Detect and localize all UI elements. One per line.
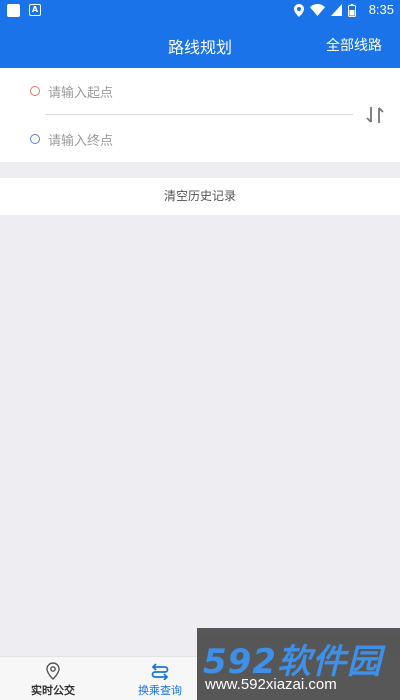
end-point-placeholder: 请输入终点 (48, 133, 114, 149)
status-time: 8:35 (368, 2, 394, 17)
input-divider (45, 114, 353, 115)
transfer-icon (151, 663, 169, 680)
start-point-placeholder: 请输入起点 (48, 85, 114, 101)
tab-transfer-query-label: 换乘查询 (138, 684, 182, 697)
watermark-url: www.592xiazai.com (205, 676, 337, 693)
status-icons (294, 3, 356, 17)
battery-icon (348, 3, 356, 17)
end-point-field[interactable]: 请输入终点 (30, 127, 113, 151)
app-square-icon (7, 4, 20, 17)
tab-realtime-bus-label: 实时公交 (31, 684, 75, 697)
end-dot-icon (30, 134, 40, 144)
android-a-icon: A (29, 4, 41, 16)
location-icon (294, 3, 304, 17)
all-routes-button[interactable]: 全部线路 (326, 35, 382, 55)
start-dot-icon (30, 86, 40, 96)
start-point-field[interactable]: 请输入起点 (30, 79, 113, 103)
app-header: 路线规划 全部线路 (0, 20, 400, 68)
signal-icon (331, 4, 342, 16)
wifi-icon (310, 4, 325, 16)
tab-transfer-query[interactable]: 换乘查询 (120, 657, 200, 700)
status-bar: A 8:35 (0, 0, 400, 20)
swap-vertical-icon[interactable] (364, 104, 386, 126)
watermark: 592软件园 www.592xiazai.com (197, 628, 400, 700)
location-pin-icon (46, 662, 60, 680)
route-input-card: 请输入起点 请输入终点 (0, 68, 400, 162)
tab-realtime-bus[interactable]: 实时公交 (13, 657, 93, 700)
clear-history-button[interactable]: 清空历史记录 (0, 178, 400, 215)
